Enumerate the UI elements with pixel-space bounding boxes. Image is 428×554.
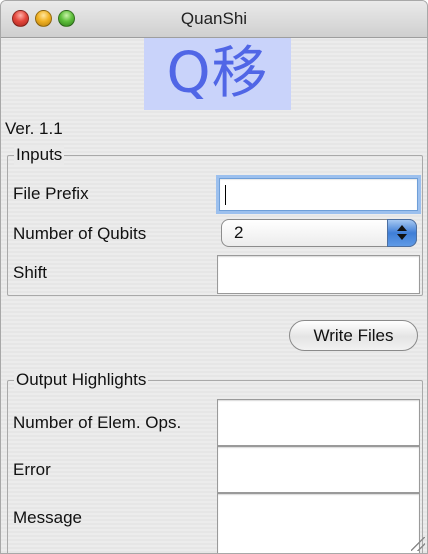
message-output[interactable]	[217, 493, 420, 553]
inputs-legend: Inputs	[14, 145, 65, 165]
stepper-arrows-icon[interactable]	[387, 219, 417, 247]
num-qubits-label: Number of Qubits	[13, 224, 147, 243]
window-title: QuanShi	[180, 9, 248, 28]
num-qubits-value: 2	[234, 223, 244, 242]
app-logo: Q移	[144, 38, 291, 110]
arrow-up-icon	[397, 225, 407, 231]
output-highlights-group: Output Highlights Number of Elem. Ops. E…	[7, 370, 423, 553]
inputs-group: Inputs File Prefix Number of Qubits 2 Sh…	[7, 145, 423, 296]
elem-ops-label: Number of Elem. Ops.	[13, 413, 182, 432]
message-label: Message	[13, 508, 82, 527]
resize-grip-icon[interactable]	[411, 537, 425, 551]
version-label: Ver. 1.1	[5, 119, 63, 138]
error-output[interactable]	[217, 446, 420, 493]
num-qubits-select[interactable]: 2	[221, 219, 417, 247]
text-caret	[225, 185, 226, 205]
arrow-down-icon	[397, 234, 407, 240]
error-label: Error	[13, 460, 51, 479]
app-window: QuanShi Q移 Ver. 1.1 Inputs File Prefix N…	[0, 0, 428, 554]
file-prefix-label: File Prefix	[13, 184, 89, 203]
output-legend: Output Highlights	[14, 370, 149, 390]
title-bar[interactable]: QuanShi	[1, 1, 427, 38]
shift-input[interactable]	[217, 255, 420, 294]
write-files-button[interactable]: Write Files	[289, 320, 418, 351]
shift-label: Shift	[13, 263, 48, 282]
elem-ops-output[interactable]	[217, 399, 420, 446]
file-prefix-input[interactable]	[219, 178, 418, 211]
